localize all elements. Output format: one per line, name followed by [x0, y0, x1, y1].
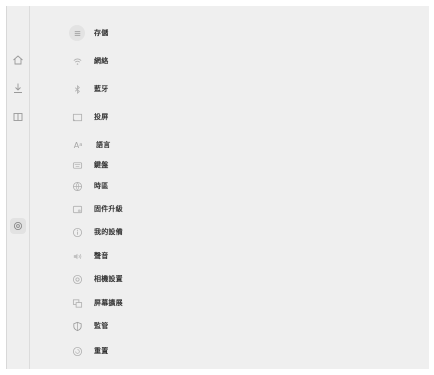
camera-icon [69, 271, 85, 287]
nav-home-button[interactable] [10, 52, 26, 68]
menu-item-screen-cast[interactable]: 投屏 [69, 107, 108, 127]
nav-download-button[interactable] [10, 80, 26, 96]
menu-item-label: 重置 [94, 347, 109, 355]
menu-item-supervision[interactable]: 監管 [69, 316, 108, 336]
info-icon [69, 224, 85, 240]
download-icon [14, 83, 22, 93]
menu-item-reset[interactable]: 重置 [69, 341, 108, 361]
menu-item-my-device[interactable]: 我的設備 [69, 222, 123, 242]
menu-item-label: 投屏 [94, 113, 109, 121]
menu-item-label: 屏幕擴展 [94, 299, 123, 307]
keyboard-icon [69, 157, 85, 173]
menu-item-timezone[interactable]: 時區 [69, 176, 108, 196]
tablet-icon [13, 113, 23, 121]
screen-extend-icon [69, 295, 85, 311]
reset-icon [69, 343, 85, 359]
menu-item-label: 語言 [96, 141, 111, 149]
menu-item-camera-settings[interactable]: 相機設置 [69, 269, 123, 289]
home-icon [13, 55, 23, 65]
volume-icon [69, 248, 85, 264]
settings-menu: 存儲 網絡 藍牙 投屏 Aa 語言 鍵盤 時區 固件升級 我的設備 聲音 相機設… [29, 6, 429, 369]
menu-item-storage[interactable]: 存儲 [69, 23, 108, 43]
menu-item-label: 存儲 [94, 29, 109, 37]
menu-item-language[interactable]: Aa 語言 [69, 135, 110, 155]
menu-item-label: 相機設置 [94, 275, 123, 283]
screen-cast-icon [69, 109, 85, 125]
wifi-icon [69, 53, 85, 69]
menu-item-label: 聲音 [94, 252, 109, 260]
settings-window: 存儲 網絡 藍牙 投屏 Aa 語言 鍵盤 時區 固件升級 我的設備 聲音 相機設… [6, 6, 429, 369]
left-nav-rail [7, 6, 30, 369]
menu-item-label: 藍牙 [94, 85, 109, 93]
menu-item-firmware-update[interactable]: 固件升級 [69, 199, 123, 219]
menu-item-label: 監管 [94, 322, 109, 330]
menu-item-screen-extend[interactable]: 屏幕擴展 [69, 293, 123, 313]
menu-item-label: 網絡 [94, 57, 109, 65]
nav-settings-button[interactable] [10, 218, 26, 234]
menu-item-sound[interactable]: 聲音 [69, 246, 108, 266]
menu-item-label: 固件升級 [94, 205, 123, 213]
firmware-update-icon [69, 201, 85, 217]
globe-icon [69, 178, 85, 194]
bluetooth-icon [69, 81, 85, 97]
menu-item-label: 時區 [94, 182, 109, 190]
nav-tablet-button[interactable] [10, 109, 26, 125]
menu-item-keyboard[interactable]: 鍵盤 [69, 155, 108, 175]
menu-item-label: 鍵盤 [94, 161, 109, 169]
menu-item-network[interactable]: 網絡 [69, 51, 108, 71]
menu-item-bluetooth[interactable]: 藍牙 [69, 79, 108, 99]
language-icon: Aa [73, 140, 83, 150]
menu-item-label: 我的設備 [94, 228, 123, 236]
gear-icon [13, 221, 23, 231]
storage-icon [69, 25, 85, 41]
shield-icon [69, 318, 85, 334]
